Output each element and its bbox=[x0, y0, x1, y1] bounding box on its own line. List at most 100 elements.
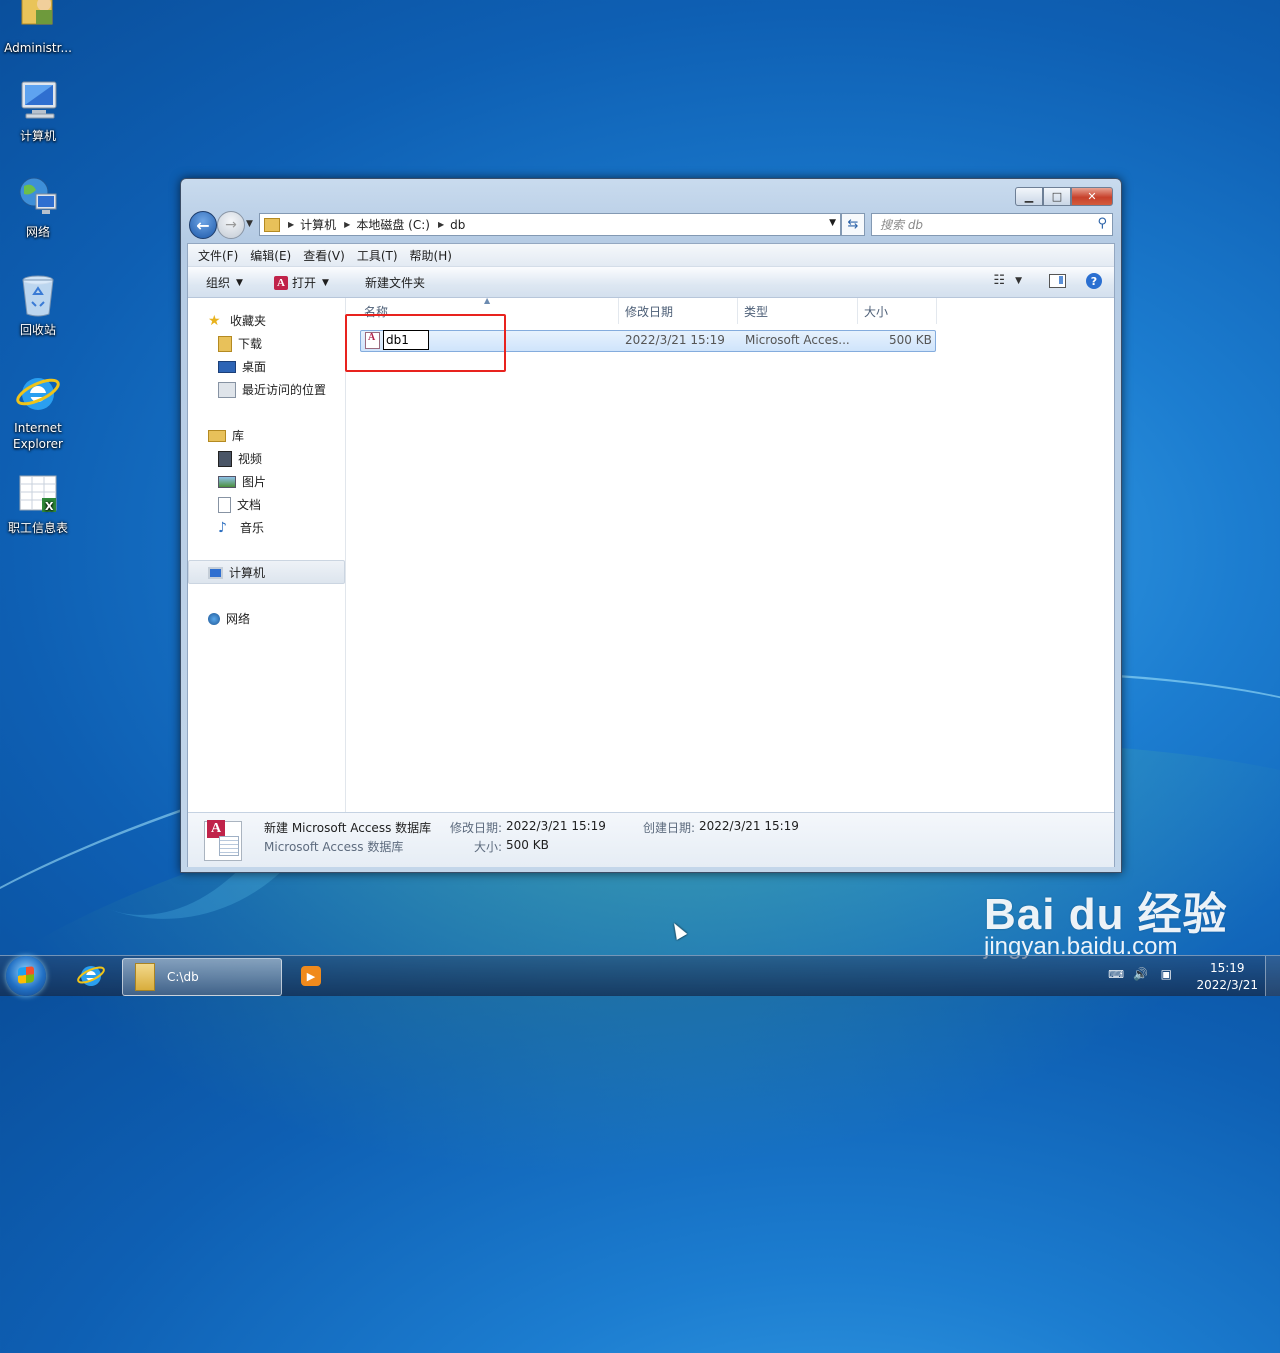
nav-music[interactable]: ♪ 音乐 bbox=[218, 519, 264, 536]
desktop-icon-network[interactable]: 网络 bbox=[0, 174, 76, 240]
volume-icon[interactable]: 🔊 bbox=[1133, 967, 1148, 981]
nav-pictures-label: 图片 bbox=[242, 475, 267, 489]
close-button[interactable]: ✕ bbox=[1071, 187, 1113, 206]
forward-button[interactable]: → bbox=[217, 211, 245, 239]
details-modified-value: 2022/3/21 15:19 bbox=[506, 819, 606, 833]
recent-places-icon bbox=[218, 381, 236, 398]
details-size-value: 500 KB bbox=[506, 838, 549, 852]
column-size-label: 大小 bbox=[864, 304, 889, 319]
help-button[interactable]: ? bbox=[1086, 273, 1102, 289]
sort-ascending-icon: ▲ bbox=[484, 296, 491, 305]
keyboard-icon[interactable]: ⌨ bbox=[1108, 968, 1124, 981]
nav-documents-label: 文档 bbox=[237, 498, 262, 512]
nav-recent-places-label: 最近访问的位置 bbox=[242, 383, 327, 397]
file-modified: 2022/3/21 15:19 bbox=[625, 333, 725, 347]
view-details-icon: ☷ bbox=[993, 273, 1006, 288]
address-dropdown-icon[interactable]: ▼ bbox=[829, 218, 836, 228]
details-modified-label: 修改日期: bbox=[450, 821, 503, 835]
desktop-icon-excel-file[interactable]: X 职工信息表 bbox=[0, 470, 76, 536]
taskbar-ie-button[interactable] bbox=[68, 958, 114, 994]
chevron-down-icon: ▼ bbox=[236, 277, 243, 288]
chevron-down-icon: ▼ bbox=[322, 277, 329, 288]
desktop-icon-recycle-bin[interactable]: 回收站 bbox=[0, 272, 76, 338]
details-file-title: 新建 Microsoft Access 数据库 bbox=[264, 821, 432, 835]
details-created-label: 创建日期: bbox=[643, 821, 696, 835]
network-status-icon[interactable]: ▣ bbox=[1161, 967, 1172, 981]
refresh-button[interactable]: ⇆ bbox=[841, 213, 865, 236]
column-type-label: 类型 bbox=[744, 304, 769, 319]
nav-libraries[interactable]: 库 bbox=[208, 427, 244, 444]
details-pane: 新建 Microsoft Access 数据库 Microsoft Access… bbox=[188, 812, 1114, 867]
internet-explorer-icon bbox=[77, 966, 105, 986]
music-icon: ♪ bbox=[218, 519, 227, 536]
network-icon bbox=[14, 174, 62, 222]
nav-libraries-label: 库 bbox=[232, 429, 245, 443]
change-view-button[interactable]: ☷ ▼ bbox=[993, 273, 1022, 288]
nav-documents[interactable]: 文档 bbox=[218, 496, 261, 513]
nav-recent-places[interactable]: 最近访问的位置 bbox=[218, 381, 326, 398]
column-header-type[interactable]: 类型 bbox=[738, 298, 858, 324]
access-icon: A bbox=[274, 275, 288, 290]
nav-downloads[interactable]: 下载 bbox=[218, 335, 262, 352]
open-label: 打开 bbox=[292, 276, 317, 290]
new-folder-label: 新建文件夹 bbox=[365, 276, 426, 290]
nav-favorites-label: 收藏夹 bbox=[230, 314, 267, 328]
library-icon bbox=[208, 429, 226, 442]
menu-file[interactable]: 文件(F) bbox=[198, 247, 238, 264]
svg-text:X: X bbox=[45, 500, 54, 513]
taskbar-explorer-button[interactable]: C:\db bbox=[122, 958, 282, 996]
internet-explorer-icon bbox=[14, 370, 62, 418]
desktop-icon-internet-explorer[interactable]: Internet Explorer bbox=[0, 370, 76, 452]
computer-icon bbox=[208, 566, 223, 579]
start-button[interactable] bbox=[6, 956, 46, 996]
pictures-icon bbox=[218, 475, 236, 488]
desktop-icon-label: 职工信息表 bbox=[7, 521, 68, 535]
nav-desktop[interactable]: 桌面 bbox=[218, 358, 266, 375]
taskbar-media-player-button[interactable]: ▶ bbox=[288, 958, 334, 994]
breadcrumb-separator-icon: ▶ bbox=[344, 220, 351, 229]
desktop-icon-label: Administr... bbox=[4, 41, 72, 55]
menu-tools[interactable]: 工具(T) bbox=[357, 247, 398, 264]
breadcrumb-separator-icon: ▶ bbox=[437, 220, 445, 229]
new-folder-button[interactable]: 新建文件夹 bbox=[365, 274, 425, 291]
breadcrumb-computer[interactable]: 计算机 bbox=[300, 216, 336, 233]
column-header-modified[interactable]: 修改日期 bbox=[619, 298, 738, 324]
preview-pane-button[interactable] bbox=[1049, 274, 1066, 288]
highlight-annotation-box bbox=[345, 314, 506, 372]
show-desktop-button[interactable] bbox=[1265, 956, 1280, 996]
navigation-bar: ← → ▼ ▶ 计算机 ▶ 本地磁盘 (C:) ▶ db ▼ ⇆ 搜索 db ⚲ bbox=[189, 211, 1113, 239]
folder-icon bbox=[264, 217, 280, 232]
explorer-window[interactable]: ▁ □ ✕ ← → ▼ ▶ 计算机 ▶ 本地磁盘 (C:) ▶ db ▼ ⇆ 搜… bbox=[180, 178, 1122, 873]
organize-button[interactable]: 组织 ▼ bbox=[206, 274, 243, 291]
breadcrumb-separator-icon: ▶ bbox=[288, 220, 295, 229]
open-button[interactable]: A 打开 ▼ bbox=[274, 274, 329, 291]
computer-icon bbox=[14, 78, 62, 126]
search-input[interactable]: 搜索 db bbox=[880, 216, 923, 233]
recent-pages-dropdown[interactable]: ▼ bbox=[246, 219, 253, 229]
nav-computer[interactable]: 计算机 bbox=[208, 564, 265, 581]
nav-pictures[interactable]: 图片 bbox=[218, 473, 266, 490]
clock[interactable]: 15:19 2022/3/21 bbox=[1196, 960, 1258, 994]
menu-bar: 文件(F) 编辑(E) 查看(V) 工具(T) 帮助(H) bbox=[188, 244, 1114, 267]
nav-favorites[interactable]: ★ 收藏夹 bbox=[208, 312, 266, 329]
minimize-button[interactable]: ▁ bbox=[1015, 187, 1043, 206]
back-button[interactable]: ← bbox=[189, 211, 217, 239]
maximize-button[interactable]: □ bbox=[1043, 187, 1071, 206]
breadcrumb-local-disk[interactable]: 本地磁盘 (C:) bbox=[356, 216, 430, 233]
nav-videos[interactable]: 视频 bbox=[218, 450, 262, 467]
breadcrumb-db[interactable]: db bbox=[450, 218, 465, 232]
menu-edit[interactable]: 编辑(E) bbox=[250, 247, 291, 264]
column-header-size[interactable]: 大小 bbox=[858, 298, 937, 324]
nav-network[interactable]: 网络 bbox=[208, 610, 250, 627]
desktop-icon-computer[interactable]: 计算机 bbox=[0, 78, 76, 144]
nav-downloads-label: 下载 bbox=[238, 337, 263, 351]
nav-desktop-label: 桌面 bbox=[242, 360, 267, 374]
taskbar: C:\db ▶ ⌨ 🔊 ▣ 15:19 2022/3/21 bbox=[0, 955, 1280, 996]
search-box[interactable]: 搜索 db ⚲ bbox=[871, 213, 1113, 236]
recycle-bin-icon bbox=[14, 272, 62, 320]
search-icon[interactable]: ⚲ bbox=[1097, 216, 1107, 231]
desktop-icon-administrator[interactable]: Administr... bbox=[0, 0, 76, 56]
menu-help[interactable]: 帮助(H) bbox=[410, 247, 452, 264]
address-bar[interactable]: ▶ 计算机 ▶ 本地磁盘 (C:) ▶ db ▼ bbox=[259, 213, 841, 236]
menu-view[interactable]: 查看(V) bbox=[303, 247, 345, 264]
